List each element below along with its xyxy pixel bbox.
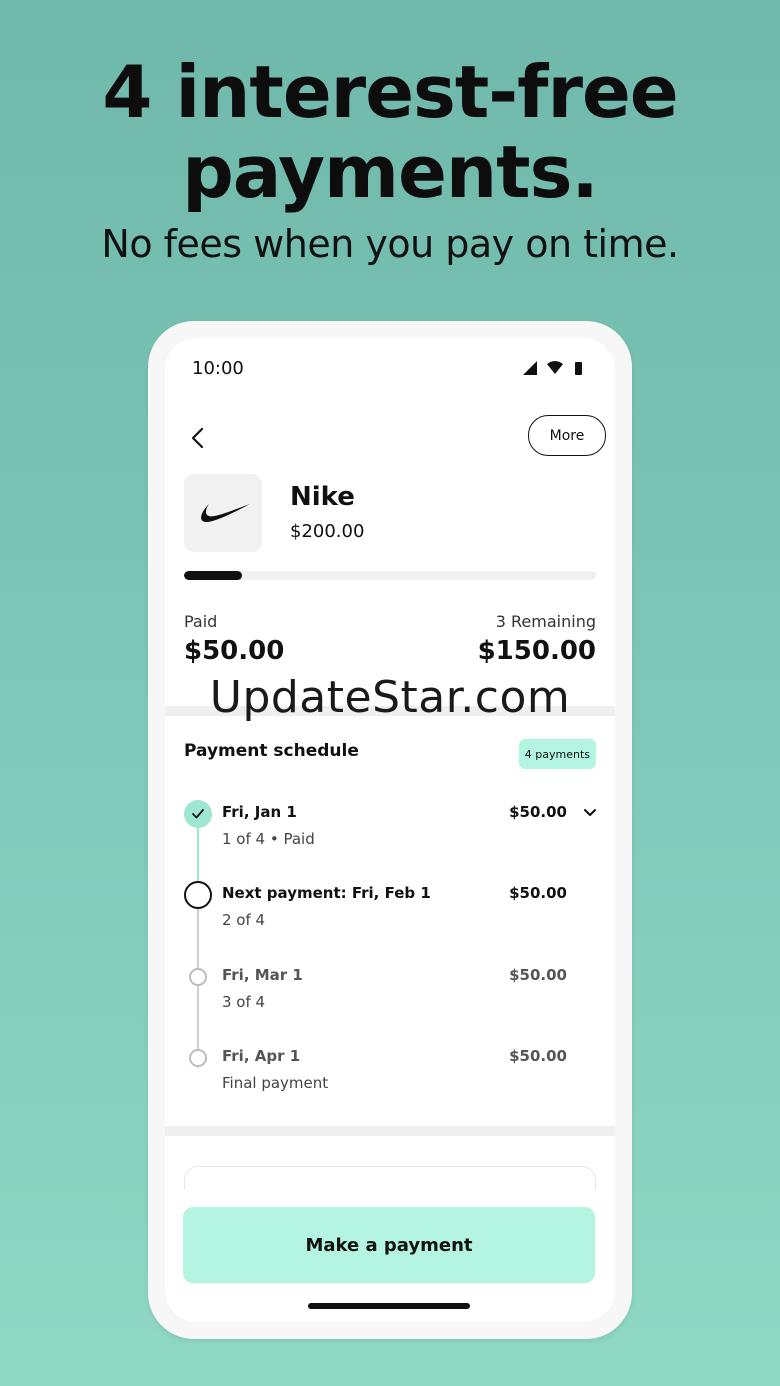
upcoming-marker [189, 1049, 207, 1067]
section-divider [165, 1126, 615, 1136]
schedule-row-amount: $50.00 [509, 884, 567, 902]
back-button[interactable] [179, 420, 215, 456]
payment-progress-fill [184, 571, 242, 580]
chevron-left-icon [191, 427, 204, 449]
more-button[interactable]: More [528, 415, 606, 456]
schedule-title: Payment schedule [184, 741, 359, 761]
promo-headline-line1: 4 interest-free [102, 50, 678, 134]
merchant-logo [184, 474, 262, 552]
promo-headline: 4 interest-free payments. [0, 52, 780, 212]
nike-swoosh-icon [201, 504, 250, 522]
schedule-row-amount: $50.00 [509, 803, 567, 821]
paid-label: Paid [184, 612, 218, 631]
merchant-name: Nike [290, 482, 355, 512]
schedule-row-title: Fri, Mar 1 [222, 966, 303, 984]
schedule-row-title: Fri, Apr 1 [222, 1047, 301, 1065]
signal-icon [523, 361, 537, 375]
paid-check-marker [184, 800, 212, 828]
remaining-label: 3 Remaining [495, 612, 596, 631]
status-time: 10:00 [192, 358, 244, 379]
schedule-row-subtitle: 3 of 4 [222, 993, 266, 1011]
status-bar: 10:00 [165, 338, 615, 398]
promo-headline-line2: payments. [182, 130, 599, 214]
promo-subhead: No fees when you pay on time. [101, 222, 679, 266]
schedule-row[interactable]: Next payment: Fri, Feb 1 2 of 4 $50.00 [165, 881, 615, 941]
upcoming-marker [189, 968, 207, 986]
schedule-row-amount: $50.00 [509, 966, 567, 984]
schedule-row-title: Fri, Jan 1 [222, 803, 297, 821]
next-payment-marker [184, 881, 212, 909]
schedule-row-subtitle: Final payment [222, 1074, 329, 1092]
schedule-row-amount: $50.00 [509, 1047, 567, 1065]
payment-schedule-card: Payment schedule 4 payments Fri, Jan 1 1… [165, 716, 615, 1126]
wifi-icon [547, 361, 563, 374]
schedule-row-subtitle: 1 of 4 • Paid [222, 830, 315, 848]
battery-icon [575, 362, 582, 375]
home-indicator[interactable] [308, 1303, 470, 1309]
merchant-amount: $200.00 [290, 521, 365, 542]
schedule-row[interactable]: Fri, Apr 1 Final payment $50.00 [165, 1044, 615, 1104]
watermark: UpdateStar.com [209, 672, 571, 723]
bottom-action-bar: Make a payment [165, 1190, 615, 1322]
schedule-count-badge: 4 payments [518, 739, 596, 769]
check-icon [192, 809, 204, 819]
schedule-row-title: Next payment: Fri, Feb 1 [222, 884, 431, 902]
chevron-down-icon[interactable] [583, 806, 597, 820]
remaining-value: $150.00 [477, 636, 596, 666]
payment-progress-bar [184, 571, 596, 580]
phone-screen: 10:00 More Nike $200.00 Paid $50.00 3 Re… [165, 338, 615, 1322]
phone-frame: 10:00 More Nike $200.00 Paid $50.00 3 Re… [148, 321, 632, 1339]
schedule-row[interactable]: Fri, Mar 1 3 of 4 $50.00 [165, 963, 615, 1023]
make-payment-button[interactable]: Make a payment [183, 1207, 595, 1283]
schedule-row-subtitle: 2 of 4 [222, 911, 266, 929]
status-icons [523, 361, 582, 375]
schedule-row[interactable]: Fri, Jan 1 1 of 4 • Paid $50.00 [165, 800, 615, 860]
paid-value: $50.00 [184, 636, 285, 666]
